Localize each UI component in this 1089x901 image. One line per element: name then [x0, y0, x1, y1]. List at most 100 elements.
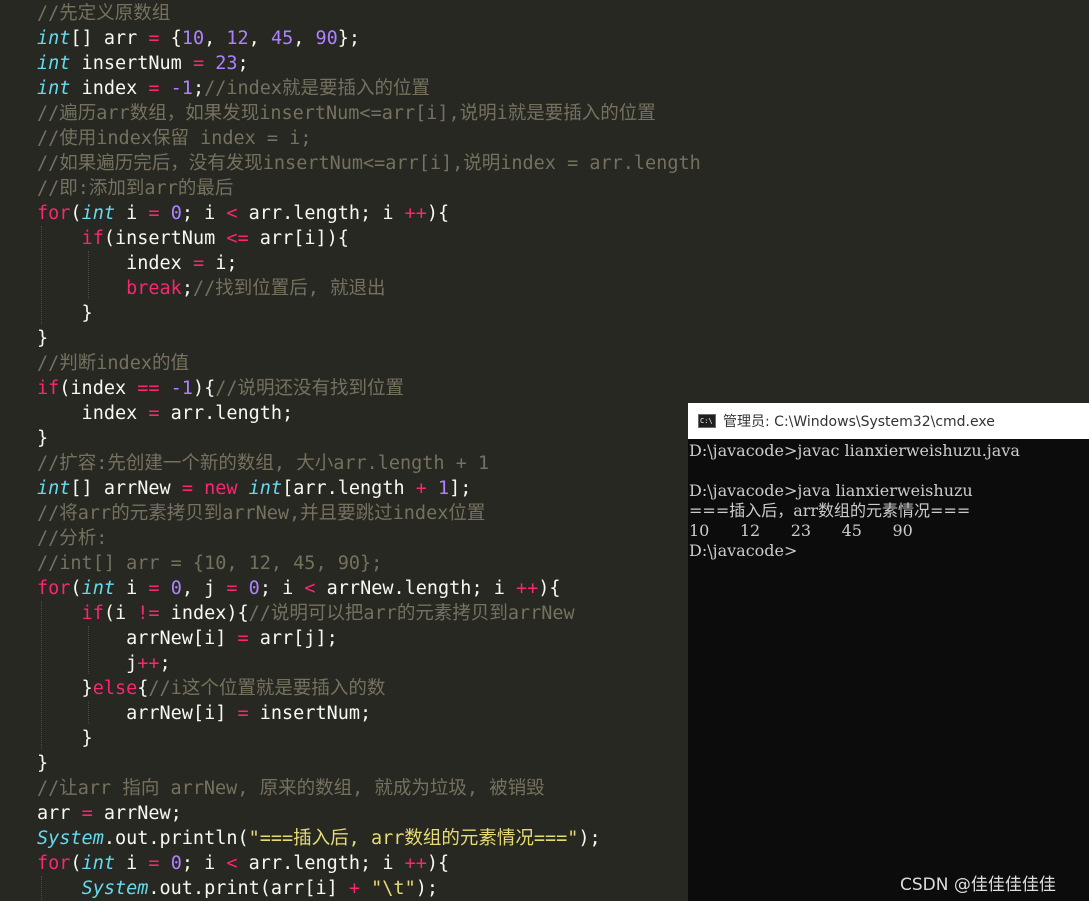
code-token: , j: [181, 578, 227, 599]
code-token: int: [248, 478, 283, 499]
code-token: System: [37, 828, 104, 849]
code-token: arr.length; i: [237, 203, 405, 224]
code-token: //说明还没有找到位置: [215, 378, 405, 399]
code-token: }: [37, 678, 93, 699]
cmd-titlebar[interactable]: C:\ 管理员: C:\Windows\System32\cmd.exe: [688, 403, 1089, 439]
code-token: <: [226, 853, 238, 874]
code-token: (: [70, 578, 82, 599]
code-token: //即:添加到arr的最后: [37, 178, 234, 199]
code-token: 0: [170, 578, 182, 599]
code-token: //将arr的元素拷贝到arrNew,并且要跳过index位置: [37, 503, 486, 524]
code-token: if: [81, 228, 104, 249]
code-token: //分析:: [37, 528, 108, 549]
code-line: index = arr.length;: [37, 401, 294, 426]
code-line: //即:添加到arr的最后: [37, 176, 233, 201]
code-line: //扩容:先创建一个新的数组, 大小arr.length + 1: [37, 451, 489, 476]
code-token: -1: [170, 78, 193, 99]
code-line: int insertNum = 23;: [37, 51, 249, 76]
code-token: ){: [426, 203, 450, 224]
code-line: for(int i = 0; i < arr.length; i ++){: [37, 851, 449, 876]
code-token: ; i: [181, 203, 227, 224]
code-line: for(int i = 0; i < arr.length; i ++){: [37, 201, 449, 226]
cmd-window[interactable]: C:\ 管理员: C:\Windows\System32\cmd.exe D:\…: [688, 403, 1089, 901]
code-token: {: [137, 678, 149, 699]
code-token: insertNum: [70, 53, 193, 74]
code-line: }: [37, 726, 93, 751]
code-token: int: [37, 78, 71, 99]
code-token: //int[] arr = {10, 12, 45, 90};: [37, 553, 383, 574]
code-line: if(i != index){//说明可以把arr的元素拷贝到arrNew: [37, 601, 575, 626]
code-token: 12: [226, 28, 249, 49]
code-token: }: [37, 428, 49, 449]
code-token: "===插入后, arr数组的元素情况===": [248, 828, 579, 849]
code-token: 0: [170, 203, 182, 224]
code-line: arrNew[i] = insertNum;: [37, 701, 371, 726]
code-line: //将arr的元素拷贝到arrNew,并且要跳过index位置: [37, 501, 485, 526]
code-token: int: [37, 28, 71, 49]
cmd-output[interactable]: D:\javacode>javac lianxierweishuzu.java D…: [688, 441, 1089, 901]
code-token: [arr.length: [282, 478, 416, 499]
code-token: //先定义原数组: [37, 3, 171, 24]
code-token: }: [37, 753, 49, 774]
code-line: index = i;: [37, 251, 237, 276]
code-token: =: [148, 853, 160, 874]
code-line: int[] arrNew = new int[arr.length + 1];: [37, 476, 471, 501]
code-token: ){: [192, 378, 216, 399]
code-token: //如果遍历完后，没有发现insertNum<=arr[i],说明index =…: [37, 153, 701, 174]
code-token: =: [148, 28, 160, 49]
csdn-watermark: CSDN @佳佳佳佳佳: [900, 875, 1056, 895]
code-token: {: [159, 28, 182, 49]
code-token: ,: [293, 28, 316, 49]
code-token: index: [70, 78, 149, 99]
code-token: //i这个位置就是要插入的数: [148, 678, 386, 699]
code-token: ==: [137, 378, 160, 399]
code-token: "\t": [371, 878, 416, 899]
code-token: //index就是要插入的位置: [204, 78, 431, 99]
code-token: =: [148, 203, 160, 224]
code-token: ++: [404, 203, 427, 224]
code-token: int: [81, 853, 115, 874]
code-token: =: [192, 253, 205, 274]
code-token: ;: [237, 53, 249, 74]
code-token: ){: [538, 578, 561, 599]
code-token: int: [81, 203, 115, 224]
code-token: i: [114, 203, 149, 224]
code-token: else: [92, 678, 138, 699]
code-token: for: [37, 853, 71, 874]
code-token: ++: [516, 578, 539, 599]
code-token: //说明可以把arr的元素拷贝到arrNew: [248, 603, 575, 624]
code-line: //先定义原数组: [37, 1, 170, 26]
code-token: =: [192, 53, 205, 74]
code-token: ;: [181, 278, 193, 299]
code-token: [] arrNew: [70, 478, 182, 499]
cmd-output-line: D:\javacode>javac lianxierweishuzu.java: [689, 441, 1020, 460]
code-token: <: [226, 203, 238, 224]
code-line: System.out.println("===插入后, arr数组的元素情况==…: [37, 826, 601, 851]
code-line: //让arr 指向 arrNew, 原来的数组, 就成为垃圾, 被销毁: [37, 776, 545, 801]
code-token: //使用index保留 index = i;: [37, 128, 312, 149]
code-token: 10: [181, 28, 205, 49]
code-line: arr = arrNew;: [37, 801, 182, 826]
code-token: 0: [248, 578, 260, 599]
code-token: (i: [103, 603, 138, 624]
code-token: (index: [59, 378, 138, 399]
code-token: ];: [449, 478, 472, 499]
code-token: arrNew[i]: [37, 703, 238, 724]
code-token: ++: [137, 653, 160, 674]
cmd-output-line: 10 12 23 45 90: [689, 521, 913, 540]
code-line: int index = -1;//index就是要插入的位置: [37, 76, 430, 101]
code-token: //找到位置后, 就退出: [192, 278, 386, 299]
code-line: //遍历arr数组，如果发现insertNum<=arr[i],说明i就是要插入…: [37, 101, 656, 126]
code-token: if: [37, 378, 60, 399]
code-token: new: [204, 478, 238, 499]
code-token: 90: [315, 28, 338, 49]
